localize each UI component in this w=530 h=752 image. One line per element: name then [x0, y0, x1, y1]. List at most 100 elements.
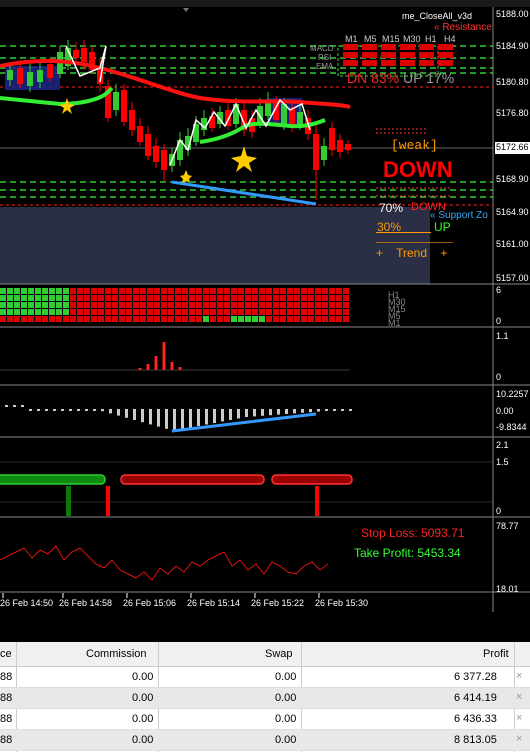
oscillator-bar [253, 409, 256, 417]
heatmap-cell [161, 288, 167, 294]
sub3-scale-min: 0 [496, 506, 502, 516]
heatmap-cell [322, 309, 328, 315]
tf-cell [438, 60, 453, 66]
cell-swap: 0.00 [275, 734, 297, 746]
heatmap-cell [217, 295, 223, 301]
oscillator-bar [93, 409, 96, 411]
heatmap-cell [35, 316, 41, 322]
heatmap-cell [238, 288, 244, 294]
heatmap-cell [182, 302, 188, 308]
price-scale-label: 5180.80 [496, 77, 529, 87]
table-row[interactable]: 88 0.00 0.00 8 813.05 × [0, 730, 530, 751]
heatmap-cell [21, 316, 27, 322]
column-header-swap[interactable]: Swap [265, 648, 293, 660]
heatmap-cell [203, 288, 209, 294]
candle-body [121, 90, 127, 122]
close-icon[interactable]: × [516, 691, 522, 703]
heatmap-cell [14, 295, 20, 301]
candle-body [17, 68, 23, 84]
table-row[interactable]: 88 0.00 0.00 6 377.28 × [0, 667, 530, 688]
heatmap-cell [21, 302, 27, 308]
column-header-profit[interactable]: Profit [483, 648, 509, 660]
heatmap-cell [126, 302, 132, 308]
heatmap-cell [329, 295, 335, 301]
table-row[interactable]: 88 0.00 0.00 6 414.19 × [0, 688, 530, 709]
heatmap-cell [70, 302, 76, 308]
price-chart[interactable] [0, 0, 530, 752]
heatmap-cell [231, 309, 237, 315]
heatmap-cell [126, 295, 132, 301]
heatmap-cell [77, 302, 83, 308]
oscillator-bar [61, 409, 64, 411]
column-header-commission[interactable]: Commission [86, 648, 147, 660]
column-header-price[interactable]: ce [0, 648, 12, 660]
heatmap-cell [0, 316, 6, 322]
tf-cell [343, 52, 358, 58]
heatmap-cell [203, 302, 209, 308]
heatmap-cell [56, 288, 62, 294]
histogram-bar [154, 356, 158, 370]
heatmap-cell [105, 309, 111, 315]
up-percent-small: 30% [377, 220, 402, 234]
sub2-scale-zero: 0.00 [496, 406, 514, 416]
heatmap-cell [168, 288, 174, 294]
tf-cell [419, 44, 434, 50]
heatmap-cell [322, 295, 328, 301]
heatmap-cell [182, 316, 188, 322]
cell-price: 88 [0, 692, 13, 704]
oscillator-bar [109, 409, 112, 414]
heatmap-cell [280, 316, 286, 322]
oscillator-bar [325, 409, 328, 411]
oscillator-bar [341, 409, 344, 411]
heatmap-cell [21, 288, 27, 294]
heatmap-cell [49, 309, 55, 315]
heatmap-cell [168, 295, 174, 301]
heatmap-cell [161, 309, 167, 315]
heatmap-cell [49, 302, 55, 308]
heatmap-cell [98, 288, 104, 294]
heatmap-cell [196, 316, 202, 322]
heatmap-cell [238, 309, 244, 315]
candle-body [73, 50, 79, 58]
heatmap-cell [294, 295, 300, 301]
heatmap-cell [28, 295, 34, 301]
heatmap-cell [63, 309, 69, 315]
heatmap-cell [140, 309, 146, 315]
heatmap-cell [0, 288, 6, 294]
heatmap-cell [14, 309, 20, 315]
heatmap-cell [224, 302, 230, 308]
heatmap-cell [35, 295, 41, 301]
heatmap-cell [329, 288, 335, 294]
heatmap-cell [329, 316, 335, 322]
heatmap-cell [161, 295, 167, 301]
heatmap-cell [119, 309, 125, 315]
heatmap-cell [42, 288, 48, 294]
heatmap-cell [252, 302, 258, 308]
heatmap-cell [0, 295, 6, 301]
table-row[interactable]: 88 0.00 0.00 6 436.33 × [0, 709, 530, 730]
heatmap-cell [287, 316, 293, 322]
heatmap-cell [35, 302, 41, 308]
close-icon[interactable]: × [516, 712, 522, 724]
candle-body [129, 110, 135, 130]
candle-body [145, 134, 151, 156]
heatmap-cell [308, 295, 314, 301]
close-icon[interactable]: × [516, 670, 522, 682]
oscillator-bar [309, 409, 312, 413]
heatmap-cell [14, 316, 20, 322]
heatmap-cell [203, 295, 209, 301]
heatmap-cell [245, 302, 251, 308]
oscillator-bar [53, 409, 56, 411]
oscillator-bar [45, 409, 48, 411]
heatmap-cell [84, 316, 90, 322]
oscillator-bar [173, 409, 176, 431]
heatmap-cell [280, 302, 286, 308]
close-icon[interactable]: × [516, 733, 522, 745]
trade-table: ce Commission Swap Profit 88 0.00 0.00 6… [0, 642, 530, 752]
tf-cell [400, 52, 415, 58]
candle-body [7, 70, 13, 80]
oscillator-bar [37, 409, 40, 411]
tf-cell [381, 60, 396, 66]
heatmap-cell [210, 302, 216, 308]
heatmap-cell [315, 288, 321, 294]
